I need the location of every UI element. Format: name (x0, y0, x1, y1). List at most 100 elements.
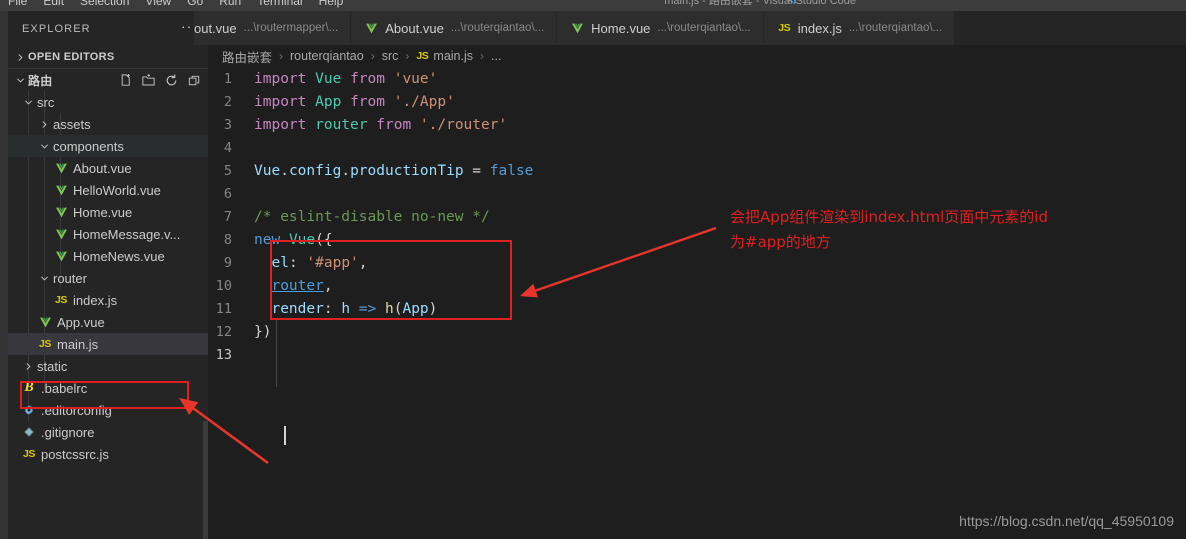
refresh-icon[interactable] (163, 72, 179, 88)
code-token: from (350, 70, 385, 87)
tree-folder-src[interactable]: src (8, 91, 208, 113)
tree-file-index.js[interactable]: JS index.js (8, 289, 208, 311)
tab-path: ...\routerqiantao\... (657, 22, 751, 34)
code-token: from (350, 93, 385, 110)
editor-tab-index.js[interactable]: JS index.js ...\routerqiantao\... (763, 11, 956, 45)
vue-icon (365, 22, 378, 35)
menu-item-view[interactable]: View (137, 0, 179, 11)
code-line[interactable]: 12}) (208, 320, 1186, 343)
code-token: : (323, 300, 342, 317)
menu-item-edit[interactable]: Edit (35, 0, 72, 11)
tree-file-.gitignore[interactable]: .gitignore (8, 421, 208, 443)
file-icon-wrap (52, 226, 70, 242)
file-icon-wrap: B (20, 380, 38, 396)
new-file-icon[interactable] (117, 72, 133, 88)
new-folder-icon[interactable] (140, 72, 156, 88)
code-token: ) (428, 300, 438, 317)
code-line[interactable]: 4 (208, 136, 1186, 159)
breadcrumb: 路由嵌套 › routerqiantao › src › JS main.js ›... (208, 45, 1186, 67)
tree-folder-assets[interactable]: assets (8, 113, 208, 135)
code-text: /* eslint-disable no-new */ (254, 209, 490, 225)
tree-file-App.vue[interactable]: App.vue (8, 311, 208, 333)
breadcrumb-item-src[interactable]: src (382, 49, 399, 63)
file-icon-wrap (20, 402, 38, 418)
breadcrumb-item-main.js[interactable]: JS main.js (416, 49, 473, 63)
code-line[interactable]: 6 (208, 182, 1186, 205)
code-line[interactable]: 5 Vue.config.productionTip = false (208, 159, 1186, 182)
section-open-editors[interactable]: OPEN EDITORS (8, 46, 208, 68)
explorer-title-bar: EXPLORER ··· (8, 11, 208, 46)
code-line[interactable]: 13 (208, 343, 1186, 366)
line-number: 1 (223, 70, 232, 87)
code-token: App (315, 93, 342, 110)
code-token: '#app' (306, 254, 359, 271)
code-token: false (489, 162, 534, 179)
tree-file-HelloWorld.vue[interactable]: HelloWorld.vue (8, 179, 208, 201)
menu-item-run[interactable]: Run (211, 0, 249, 11)
code-token: new (254, 231, 281, 248)
tree-file-HomeMessage.v...[interactable]: HomeMessage.v... (8, 223, 208, 245)
breadcrumb-item-...[interactable]: ... (491, 49, 501, 63)
indent-guide (276, 318, 277, 387)
menu-item-terminal[interactable]: Terminal (249, 0, 310, 11)
tree-file-Home.vue[interactable]: Home.vue (8, 201, 208, 223)
breadcrumb-item-路由嵌套[interactable]: 路由嵌套 (222, 47, 272, 66)
js-icon: JS (22, 448, 36, 460)
breadcrumb-item-routerqiantao[interactable]: routerqiantao (290, 49, 364, 63)
tree-item-label: index.js (73, 292, 118, 308)
code-line[interactable]: 2 import App from './App' (208, 90, 1186, 113)
explorer-title: EXPLORER (22, 22, 91, 35)
code-token: router (315, 116, 368, 133)
git-icon (23, 426, 35, 438)
section-project-root[interactable]: 路由 (8, 69, 208, 91)
tab-name: index.js (797, 20, 842, 36)
line-number: 9 (223, 254, 232, 271)
editor-tab-Home.vue[interactable]: Home.vue ...\routerqiantao\... (557, 11, 764, 45)
code-token: config (288, 162, 342, 179)
vue-icon (39, 316, 52, 329)
line-number: 7 (223, 208, 232, 225)
collapse-all-icon[interactable] (186, 72, 202, 88)
code-token: Vue (288, 231, 316, 248)
menu-item-go[interactable]: Go (179, 0, 211, 11)
code-text: Vue.config.productionTip = false (254, 163, 533, 179)
tree-file-postcssrc.js[interactable]: JS postcssrc.js (8, 443, 208, 465)
tree-file-main.js[interactable]: JS main.js (8, 333, 208, 355)
code-line[interactable]: 1 import Vue from 'vue' (208, 67, 1186, 90)
code-line[interactable]: 11 render: h => h(App) (208, 297, 1186, 320)
breadcrumb-separator: › (279, 49, 284, 63)
code-token: , (323, 277, 333, 294)
tree-folder-router[interactable]: router (8, 267, 208, 289)
menu-item-selection[interactable]: Selection (72, 0, 137, 11)
tree-folder-static[interactable]: static (8, 355, 208, 377)
code-token: './App' (393, 93, 455, 110)
code-text: import Vue from 'vue' (254, 71, 437, 87)
menu-item-help[interactable]: Help (311, 0, 352, 11)
code-editor[interactable]: 1 import Vue from 'vue' 2 import App from '… (208, 67, 1186, 539)
vue-icon (55, 206, 68, 219)
file-icon-wrap (52, 204, 70, 220)
tab-name: Home.vue (591, 20, 651, 36)
code-line[interactable]: 10 router, (208, 274, 1186, 297)
editor-tab-About.vue[interactable]: About.vue ...\routerqiantao\... (351, 11, 558, 45)
breadcrumb-label: routerqiantao (290, 49, 364, 63)
menu-item-file[interactable]: File (0, 0, 35, 11)
vue-icon (55, 250, 68, 263)
editor-tab-out.vue[interactable]: out.vue ...\routermapper\... (194, 11, 352, 45)
tab-path: ...\routerqiantao\... (450, 22, 545, 34)
tree-file-About.vue[interactable]: About.vue (8, 157, 208, 179)
code-token: h (341, 300, 351, 317)
activity-bar[interactable] (0, 11, 8, 539)
code-token: './router' (419, 116, 508, 133)
chevron-down-icon (20, 94, 36, 110)
tree-file-HomeNews.vue[interactable]: HomeNews.vue (8, 245, 208, 267)
code-token: render (271, 300, 324, 317)
tab-file-icon (363, 22, 380, 35)
code-line[interactable]: 3 import router from './router' (208, 113, 1186, 136)
tree-file-.babelrc[interactable]: B .babelrc (8, 377, 208, 399)
tree-folder-components[interactable]: components (8, 135, 208, 157)
tree-item-label: assets (53, 116, 91, 132)
tree-file-.editorconfig[interactable]: .editorconfig (8, 399, 208, 421)
